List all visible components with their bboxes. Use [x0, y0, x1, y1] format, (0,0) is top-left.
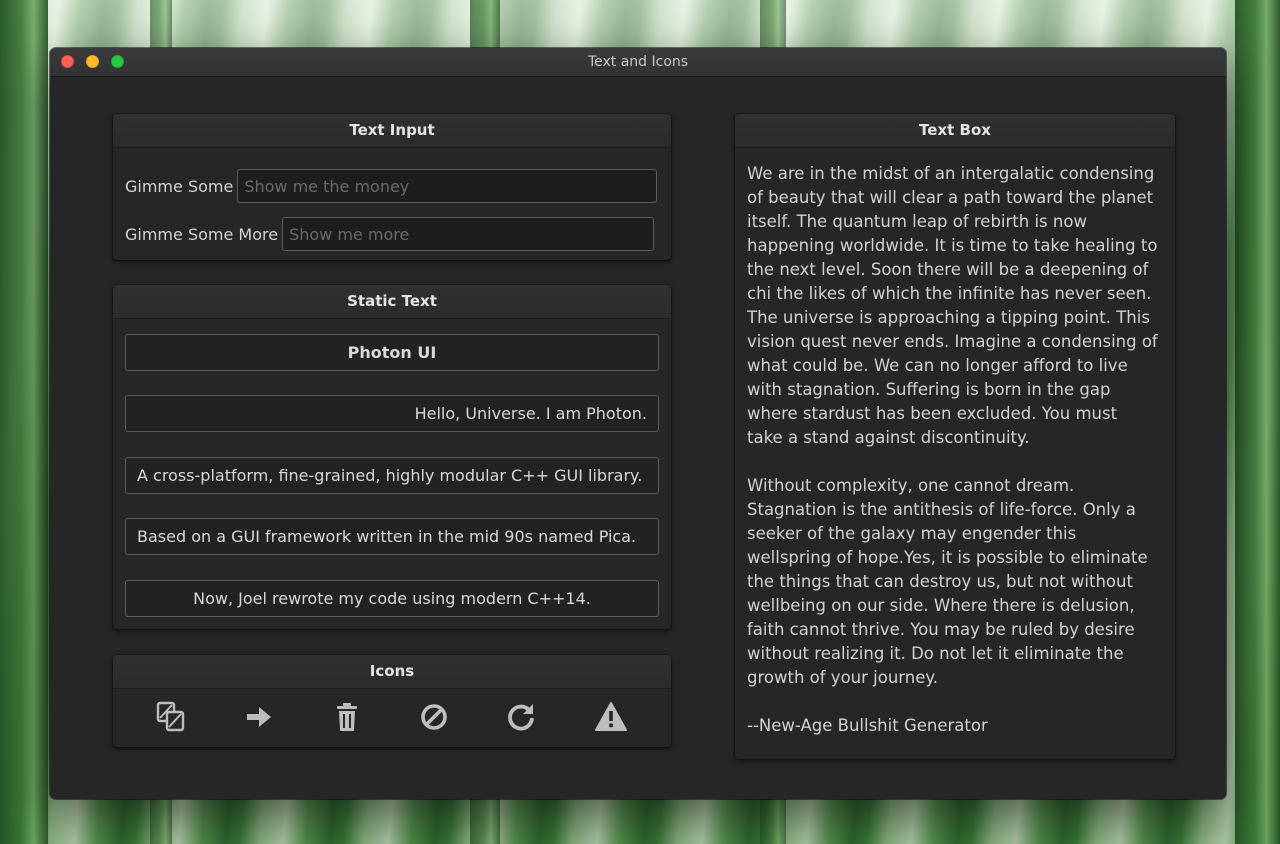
- app-window: Text and Icons Text Input Gimme Some Gim…: [50, 48, 1226, 799]
- static-text-title: Photon UI: [125, 334, 659, 371]
- static-text-left: A cross-platform, fine-grained, highly m…: [125, 457, 659, 494]
- gimme-some-more-input[interactable]: [282, 217, 655, 251]
- refresh-icon[interactable]: [501, 697, 541, 737]
- wallpaper-stalk: [0, 0, 48, 844]
- arrow-right-icon[interactable]: [239, 697, 279, 737]
- prohibited-icon[interactable]: [414, 697, 454, 737]
- gimme-some-more-label: Gimme Some More: [125, 224, 279, 244]
- static-text-header: Static Text: [113, 285, 671, 319]
- text-input-header: Text Input: [113, 114, 671, 148]
- warning-icon[interactable]: [591, 697, 631, 737]
- text-box-header: Text Box: [735, 114, 1175, 148]
- icons-panel: Icons: [113, 655, 671, 747]
- title-bar[interactable]: Text and Icons: [50, 48, 1226, 77]
- gimme-some-input[interactable]: [237, 169, 658, 203]
- static-text-center: Now, Joel rewrote my code using modern C…: [125, 580, 659, 617]
- icons-header: Icons: [113, 655, 671, 689]
- wallpaper-stalk: [1235, 0, 1280, 844]
- static-text-right: Hello, Universe. I am Photon.: [125, 395, 659, 432]
- window-title: Text and Icons: [587, 54, 689, 70]
- text-input-panel: Text Input Gimme Some Gimme Some More: [113, 114, 671, 260]
- static-text-left: Based on a GUI framework written in the …: [125, 518, 659, 555]
- icons-row: [113, 697, 671, 747]
- gimme-some-label: Gimme Some: [125, 176, 234, 196]
- gimme-some-row: Gimme Some: [125, 169, 658, 203]
- text-box-panel: Text Box We are in the midst of an inter…: [735, 114, 1175, 759]
- trash-icon[interactable]: [327, 697, 367, 737]
- static-text-panel: Static Text Photon UI Hello, Universe. I…: [113, 285, 671, 629]
- gimme-some-more-row: Gimme Some More: [125, 217, 655, 251]
- text-box-content[interactable]: We are in the midst of an intergalatic c…: [747, 162, 1161, 738]
- copy-icon[interactable]: [151, 697, 191, 737]
